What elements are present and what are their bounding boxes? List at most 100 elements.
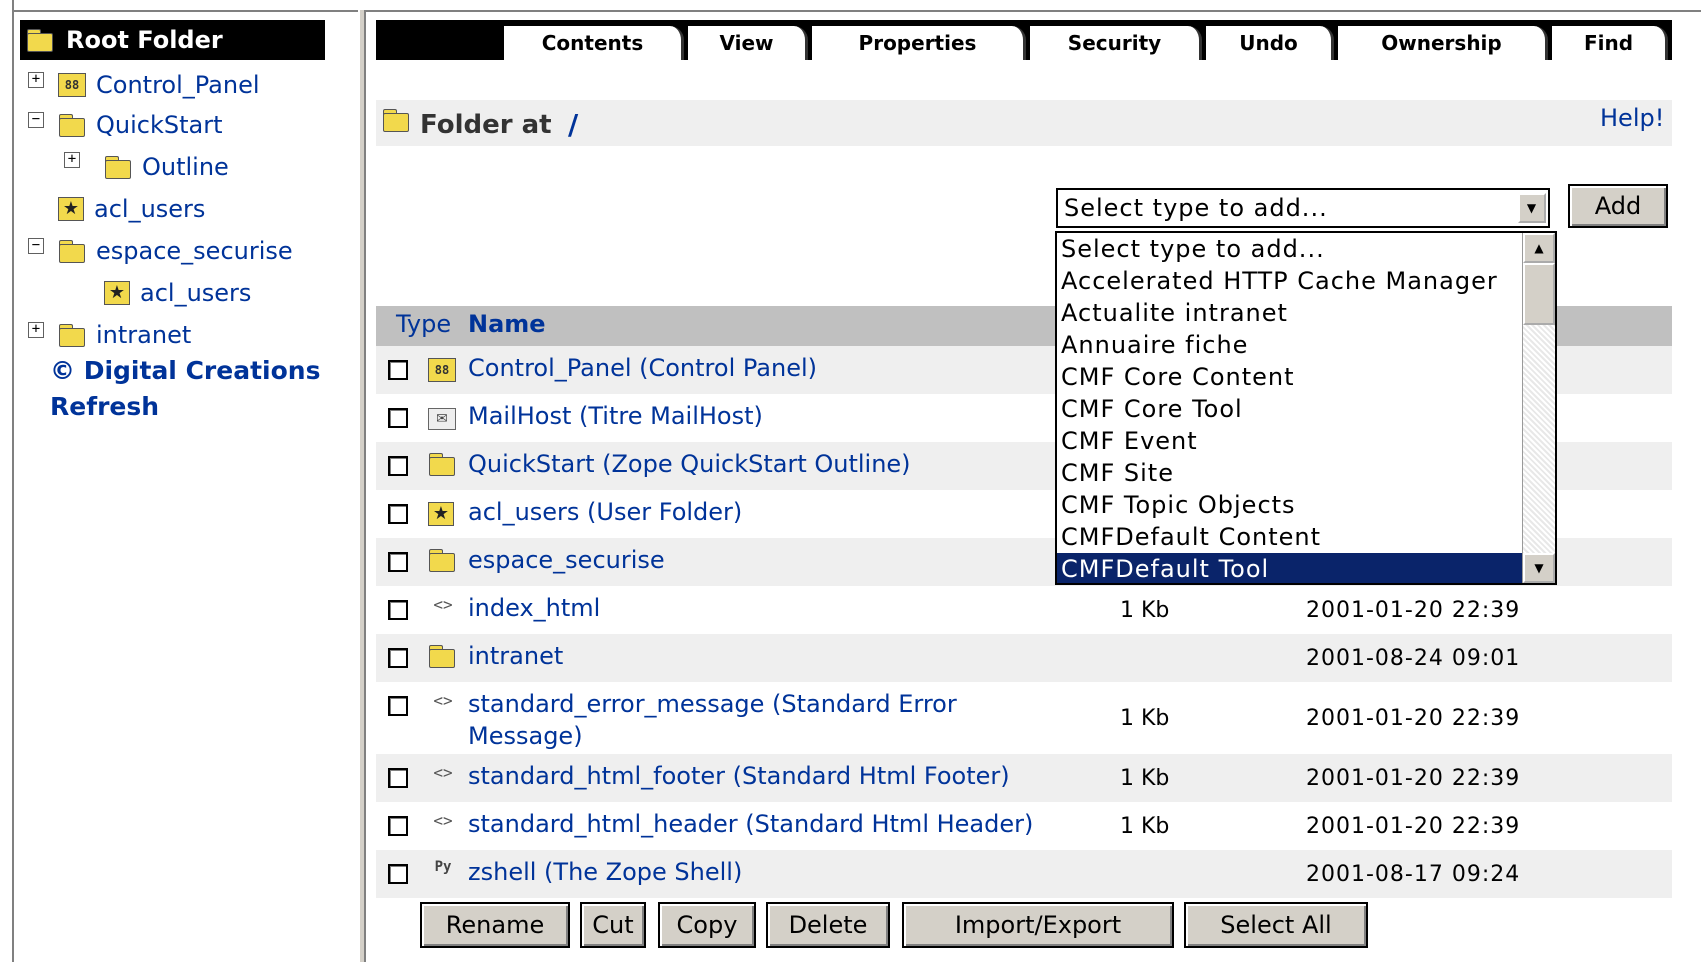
row-checkbox[interactable] — [388, 456, 408, 476]
table-row: intranet 2001-08-24 09:01 — [376, 634, 1672, 682]
row-name-link[interactable]: standard_html_header (Standard Html Head… — [468, 808, 1033, 840]
scrollbar-thumb[interactable] — [1523, 263, 1555, 325]
folder-icon — [58, 323, 86, 347]
tab-properties[interactable]: Properties — [812, 26, 1026, 60]
folder-icon — [428, 452, 456, 476]
row-name-link[interactable]: index_html — [468, 592, 600, 624]
add-type-select[interactable]: Select type to add... ▼ — [1056, 188, 1550, 228]
cut-button[interactable]: Cut — [580, 902, 646, 948]
row-name-link[interactable]: QuickStart (Zope QuickStart Outline) — [468, 448, 911, 480]
column-name-header[interactable]: Name — [468, 310, 546, 338]
user-folder-icon: ★ — [104, 281, 130, 305]
row-size: 1 Kb — [1120, 814, 1170, 839]
tab-contents[interactable]: Contents — [504, 26, 684, 60]
python-script-icon: Py — [434, 859, 452, 875]
dropdown-arrow-icon[interactable]: ▼ — [1518, 193, 1546, 223]
folder-at-label: Folder at — [420, 110, 552, 140]
row-name-link[interactable]: espace_securise — [468, 544, 665, 576]
row-checkbox[interactable] — [388, 648, 408, 668]
delete-button[interactable]: Delete — [766, 902, 890, 948]
row-name-link[interactable]: standard_error_message (Standard Error — [468, 688, 957, 720]
row-name-link[interactable]: Control_Panel (Control Panel) — [468, 352, 817, 384]
folder-icon — [58, 239, 86, 263]
control-panel-icon: 88 — [428, 358, 456, 382]
tree-item-control-panel[interactable]: 88 Control_Panel — [58, 66, 260, 104]
row-checkbox[interactable] — [388, 504, 408, 524]
table-row: <> index_html 1 Kb 2001-01-20 22:39 — [376, 586, 1672, 634]
folder-path-link[interactable]: / — [568, 108, 578, 141]
window-left-edge — [0, 0, 14, 962]
select-all-button[interactable]: Select All — [1184, 902, 1368, 948]
tab-find[interactable]: Find — [1552, 26, 1668, 60]
folder-icon — [26, 28, 54, 52]
folder-icon — [428, 548, 456, 572]
dtml-method-icon: <> — [433, 811, 453, 830]
scroll-up-icon[interactable]: ▲ — [1523, 233, 1555, 263]
tree-collapse-espace-securise[interactable]: − — [28, 238, 44, 254]
dropdown-option[interactable]: Annuaire fiche — [1057, 329, 1523, 361]
window-top-edge — [0, 0, 1701, 12]
scroll-down-icon[interactable]: ▼ — [1523, 553, 1555, 583]
refresh-link[interactable]: Refresh — [50, 392, 159, 421]
row-name-link[interactable]: intranet — [468, 640, 563, 672]
dtml-method-icon: <> — [433, 691, 453, 710]
row-checkbox[interactable] — [388, 768, 408, 788]
row-name-link[interactable]: MailHost (Titre MailHost) — [468, 400, 763, 432]
row-checkbox[interactable] — [388, 696, 408, 716]
dropdown-scrollbar[interactable]: ▲ ▼ — [1522, 233, 1555, 583]
tree-root-folder[interactable]: Root Folder — [20, 20, 325, 60]
row-checkbox[interactable] — [388, 552, 408, 572]
row-modified: 2001-01-20 22:39 — [1306, 706, 1521, 731]
row-checkbox[interactable] — [388, 816, 408, 836]
dropdown-option[interactable]: CMFDefault Content — [1057, 521, 1523, 553]
dtml-method-icon: <> — [433, 763, 453, 782]
dropdown-option[interactable]: CMF Event — [1057, 425, 1523, 457]
row-modified: 2001-08-17 09:24 — [1306, 862, 1521, 887]
tab-view[interactable]: View — [688, 26, 808, 60]
dropdown-option[interactable]: CMF Core Tool — [1057, 393, 1523, 425]
tree-collapse-quickstart[interactable]: − — [28, 112, 44, 128]
add-type-dropdown-list[interactable]: Select type to add... Accelerated HTTP C… — [1055, 231, 1557, 585]
dropdown-option[interactable]: Select type to add... — [1057, 233, 1523, 265]
dropdown-option[interactable]: CMF Site — [1057, 457, 1523, 489]
dropdown-option[interactable]: Actualite intranet — [1057, 297, 1523, 329]
row-checkbox[interactable] — [388, 864, 408, 884]
copy-button[interactable]: Copy — [658, 902, 756, 948]
dtml-method-icon: <> — [433, 595, 453, 614]
table-row: Py zshell (The Zope Shell) 2001-08-17 09… — [376, 850, 1672, 898]
tab-ownership[interactable]: Ownership — [1338, 26, 1548, 60]
import-export-button[interactable]: Import/Export — [902, 902, 1174, 948]
help-link[interactable]: Help! — [1600, 104, 1664, 132]
dropdown-option-highlighted[interactable]: CMFDefault Tool — [1057, 553, 1523, 583]
dropdown-option[interactable]: CMF Topic Objects — [1057, 489, 1523, 521]
folder-icon — [382, 108, 410, 132]
row-modified: 2001-01-20 22:39 — [1306, 598, 1521, 623]
tree-item-quickstart[interactable]: QuickStart — [58, 106, 223, 144]
tree-item-espace-acl-users[interactable]: ★ acl_users — [104, 274, 251, 312]
add-button[interactable]: Add — [1568, 184, 1668, 228]
rename-button[interactable]: Rename — [420, 902, 570, 948]
folder-icon — [428, 644, 456, 668]
tree-item-espace-securise[interactable]: espace_securise — [58, 232, 293, 270]
dropdown-option[interactable]: Accelerated HTTP Cache Manager — [1057, 265, 1523, 297]
row-checkbox[interactable] — [388, 360, 408, 380]
tree-item-acl-users[interactable]: ★ acl_users — [58, 190, 205, 228]
row-checkbox[interactable] — [388, 600, 408, 620]
row-name-link[interactable]: zshell (The Zope Shell) — [468, 856, 742, 888]
row-modified: 2001-01-20 22:39 — [1306, 814, 1521, 839]
tree-expand-control-panel[interactable]: + — [28, 72, 44, 88]
digital-creations-link[interactable]: © Digital Creations — [50, 356, 320, 385]
row-name-link[interactable]: standard_html_footer (Standard Html Foot… — [468, 760, 1010, 792]
tree-expand-outline[interactable]: + — [64, 152, 80, 168]
column-type-header[interactable]: Type — [396, 310, 451, 338]
tab-undo[interactable]: Undo — [1206, 26, 1334, 60]
tree-item-intranet[interactable]: intranet — [58, 316, 191, 354]
tab-security[interactable]: Security — [1030, 26, 1202, 60]
row-name-link[interactable]: acl_users (User Folder) — [468, 496, 742, 528]
dropdown-option[interactable]: CMF Core Content — [1057, 361, 1523, 393]
frame-divider[interactable] — [358, 10, 366, 962]
tree-expand-intranet[interactable]: + — [28, 322, 44, 338]
row-checkbox[interactable] — [388, 408, 408, 428]
tree-item-outline[interactable]: Outline — [104, 148, 229, 186]
row-name-link-continued[interactable]: Message) — [468, 720, 583, 752]
